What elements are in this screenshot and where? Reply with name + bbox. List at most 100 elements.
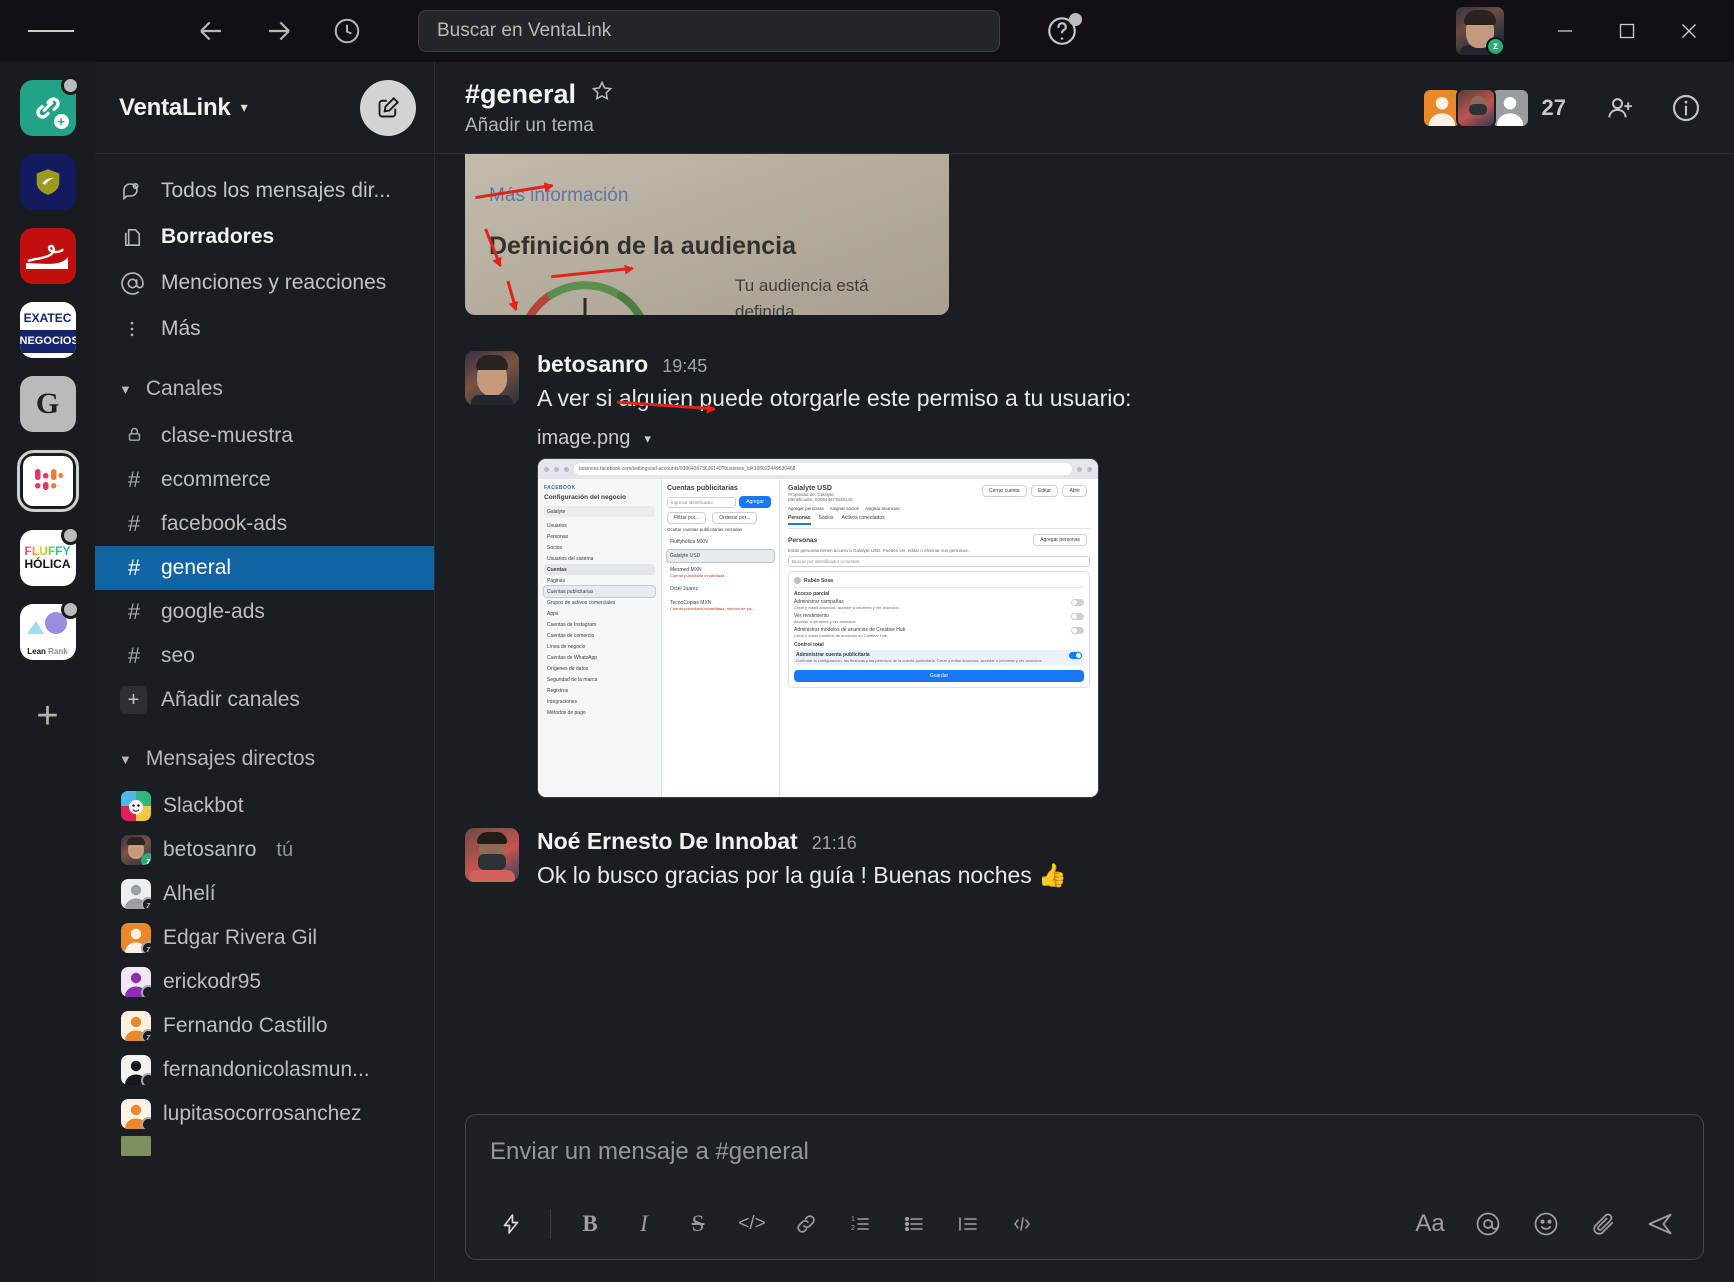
send-icon[interactable] xyxy=(1635,1201,1685,1247)
workspace-slack-active[interactable] xyxy=(16,450,79,512)
avatar[interactable] xyxy=(465,351,519,405)
add-channels-button[interactable]: + Añadir canales xyxy=(95,678,434,722)
dm-bubble-icon xyxy=(119,179,145,203)
fb-nav-item: Páginas xyxy=(547,577,566,584)
hash-icon: # xyxy=(127,599,141,624)
channel-topic[interactable]: Añadir un tema xyxy=(465,115,614,137)
avatar: z xyxy=(121,879,151,909)
fb-nav-item: Integraciones xyxy=(547,698,578,705)
page-title[interactable]: #general xyxy=(465,79,576,110)
avatar xyxy=(121,967,151,997)
presence-badge: z xyxy=(141,1029,151,1041)
channel-label: google-ads xyxy=(161,600,265,623)
emoji-icon[interactable] xyxy=(1519,1199,1573,1249)
sidebar-item-facebook-ads[interactable]: # facebook-ads xyxy=(95,502,434,546)
sidebar-item-mentions[interactable]: Menciones y reacciones xyxy=(95,260,434,306)
italic-icon[interactable]: I xyxy=(617,1199,671,1249)
attachment-filename[interactable]: image.png ▾ xyxy=(537,427,1704,450)
channel-label: clase-muestra xyxy=(161,424,293,447)
avatar[interactable]: z xyxy=(1456,7,1504,55)
sidebar-item-drafts[interactable]: Borradores xyxy=(95,214,434,260)
workspace-google[interactable]: G xyxy=(19,376,76,432)
workspace-ventalink[interactable]: + xyxy=(19,76,80,136)
sidebar-scroll[interactable]: Todos los mensajes dir... Borradores Men… xyxy=(95,154,434,1282)
sidebar-item-dm-next[interactable] xyxy=(95,1136,434,1156)
strikethrough-icon[interactable]: S xyxy=(671,1199,725,1249)
members-button[interactable]: 27 xyxy=(1412,82,1576,134)
fb-right-id: Identificador: 930643673636140 xyxy=(788,497,853,503)
workspace-unread-badge xyxy=(60,526,80,545)
dm-label: Slackbot xyxy=(163,794,244,817)
attachment-clip-icon[interactable] xyxy=(1577,1199,1631,1249)
workspace-red[interactable] xyxy=(19,228,76,284)
section-direct-messages[interactable]: ▼ Mensajes directos xyxy=(95,734,434,784)
sidebar-item-general[interactable]: # general xyxy=(95,546,434,590)
bulleted-list-icon[interactable] xyxy=(887,1199,941,1249)
fb-action-add-people: Agregar personas xyxy=(788,506,824,512)
fb-close-account-button: Cerrar cuenta xyxy=(982,485,1027,498)
fb-tab-personas: Personas xyxy=(788,515,811,526)
question-circle-icon[interactable] xyxy=(1042,11,1082,51)
minimize-icon[interactable] xyxy=(1534,0,1596,62)
close-icon[interactable] xyxy=(1658,0,1720,62)
code-block-icon[interactable] xyxy=(995,1199,1049,1249)
message-input[interactable]: Enviar un mensaje a #general xyxy=(466,1115,1703,1189)
maximize-icon[interactable] xyxy=(1596,0,1658,62)
mention-at-icon[interactable] xyxy=(1461,1199,1515,1249)
workspace-lean-rank[interactable]: Lean Rank xyxy=(19,600,80,660)
hamburger-icon[interactable] xyxy=(28,8,74,54)
search-input[interactable]: Buscar en VentaLink xyxy=(418,10,1000,52)
workspace-switcher[interactable]: VentaLink ▾ xyxy=(119,94,248,122)
workspace-exatec-negocios[interactable]: EXATEC NEGOCIOS xyxy=(19,302,76,358)
info-circle-icon[interactable] xyxy=(1664,86,1708,130)
sidebar-item-seo[interactable]: # seo xyxy=(95,634,434,678)
star-outline-icon[interactable] xyxy=(590,79,614,109)
message-timestamp[interactable]: 19:45 xyxy=(662,356,707,377)
message-author[interactable]: Noé Ernesto De Innobat xyxy=(537,828,798,855)
message-list[interactable]: Más información Definición de la audienc… xyxy=(435,154,1734,1114)
arrow-left-icon[interactable] xyxy=(192,12,230,50)
fb-account-item-galalyte: Galalyte USD xyxy=(666,549,775,564)
clock-icon[interactable] xyxy=(328,12,366,50)
workspace-shield[interactable] xyxy=(19,154,76,210)
formatting-aa-icon[interactable]: Aa xyxy=(1403,1199,1457,1249)
avatar[interactable] xyxy=(465,828,519,883)
composer-container: Enviar un mensaje a #general B I S </> 1… xyxy=(435,1114,1734,1282)
message-timestamp[interactable]: 21:16 xyxy=(812,833,857,854)
workspace-fluffyholica[interactable]: FLUFFY HÓLICA xyxy=(19,526,80,586)
link-icon[interactable] xyxy=(779,1199,833,1249)
sidebar-item-dm-lupitasocorrosanchez[interactable]: lupitasocorrosanchez xyxy=(95,1092,434,1136)
attachment-image[interactable]: business.facebook.com/settings/ad-accoun… xyxy=(475,183,1099,799)
sidebar-item-dm-fernandonicolasmun[interactable]: fernandonicolasmun... xyxy=(95,1048,434,1092)
sidebar-item-more[interactable]: Más xyxy=(95,306,434,352)
message-text: Ok lo busco gracias por la guía ! Buenas… xyxy=(537,862,1067,889)
sidebar-item-all-dms[interactable]: Todos los mensajes dir... xyxy=(95,168,434,214)
ordered-list-icon[interactable]: 12 xyxy=(833,1199,887,1249)
sidebar-item-dm-edgar-rivera-gil[interactable]: z Edgar Rivera Gil xyxy=(95,916,434,960)
channel-header: #general Añadir un tema 27 xyxy=(435,62,1734,154)
code-icon[interactable]: </> xyxy=(725,1199,779,1249)
shortcuts-lightning-icon[interactable] xyxy=(484,1199,538,1249)
sidebar-item-label: Más xyxy=(161,317,201,340)
sidebar-item-google-ads[interactable]: # google-ads xyxy=(95,590,434,634)
message-image-preview[interactable]: Más información Definición de la audienc… xyxy=(465,154,949,315)
sidebar-item-dm-slackbot[interactable]: Slackbot xyxy=(95,784,434,828)
compose-pencil-icon[interactable] xyxy=(360,79,416,136)
section-channels[interactable]: ▼ Canales xyxy=(95,364,434,414)
add-workspace-button[interactable]: + xyxy=(20,688,76,744)
fb-hide-closed-checkbox: Ocultar cuentas publicitarias cerradas xyxy=(667,527,743,533)
sidebar-item-ecommerce[interactable]: # ecommerce xyxy=(95,458,434,502)
bold-icon[interactable]: B xyxy=(563,1199,617,1249)
sidebar-item-clase-muestra[interactable]: clase-muestra xyxy=(95,414,434,458)
arrow-right-icon[interactable] xyxy=(260,12,298,50)
sidebar-item-dm-fernando-castillo[interactable]: z Fernando Castillo xyxy=(95,1004,434,1048)
fb-nav-item-cuentas: Cuentas xyxy=(544,564,655,576)
sidebar-item-dm-erickodr95[interactable]: erickodr95 xyxy=(95,960,434,1004)
message-author[interactable]: betosanro xyxy=(537,351,648,378)
add-person-icon[interactable] xyxy=(1598,86,1642,130)
blockquote-icon[interactable] xyxy=(941,1199,995,1249)
composer-placeholder: Enviar un mensaje a #general xyxy=(490,1138,809,1165)
sidebar-item-dm-alheli[interactable]: z Alhelí xyxy=(95,872,434,916)
message-body: Noé Ernesto De Innobat 21:16 Ok lo busco… xyxy=(537,828,1704,892)
sidebar-item-dm-betosanro[interactable]: z betosanro tú xyxy=(95,828,434,872)
